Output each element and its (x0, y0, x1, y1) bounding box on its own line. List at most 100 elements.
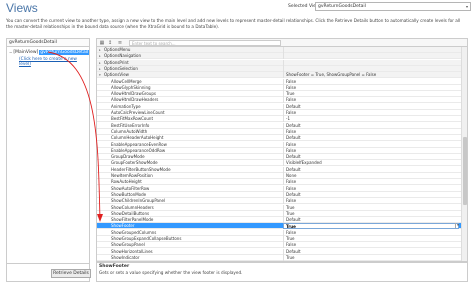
property-value[interactable] (283, 47, 459, 53)
property-value[interactable]: Default (283, 166, 459, 173)
property-name: ShowColumnHeaders (111, 204, 154, 210)
retrieve-details-button[interactable]: Retrieve Details (51, 269, 91, 278)
property-row[interactable]: ShowAutoFilterRow False (97, 185, 461, 192)
property-name: HeaderFilterButtonShowMode (111, 166, 171, 172)
property-value[interactable]: Default (283, 248, 459, 255)
property-value[interactable]: Default (283, 135, 459, 142)
create-new-level-link[interactable]: (Click here to create a new level) (19, 57, 89, 67)
property-value[interactable]: Default (283, 122, 459, 129)
property-row[interactable]: ShowGroupPanel False (97, 242, 461, 249)
property-value[interactable]: False (283, 128, 459, 135)
property-value[interactable]: Default (283, 217, 459, 224)
property-value[interactable]: True (283, 91, 459, 98)
property-name: AllowHtmlDrawGroups (111, 91, 156, 97)
property-group-row[interactable]: ▸ OptionsSelection (97, 65, 461, 72)
property-value[interactable]: False (283, 97, 459, 104)
property-row[interactable]: BestFitMaxRowCount -1 (97, 116, 461, 123)
property-value[interactable] (283, 65, 459, 72)
property-row[interactable]: AllowHtmlDrawGroups True (97, 91, 461, 98)
property-value[interactable]: Default (283, 191, 459, 198)
property-value[interactable]: -1 (283, 116, 459, 123)
property-row[interactable]: EnableAppearanceEvenRow False (97, 141, 461, 148)
property-row[interactable]: RowAutoHeight False (97, 179, 461, 186)
property-value[interactable]: True (283, 254, 459, 261)
property-name: ColumnHeaderAutoHeight (111, 135, 164, 141)
expand-icon[interactable]: ▸ (99, 47, 103, 53)
property-grid: ▸ OptionsMenu ▸ OptionsNavigation ▸ OptionsPr… (96, 46, 468, 262)
property-row[interactable]: ShowButtonMode Default (97, 191, 461, 198)
property-value[interactable] (283, 59, 459, 66)
property-row[interactable]: ShowFooter True ▾ (97, 223, 461, 230)
property-row[interactable]: ShowDetailButtons True (97, 210, 461, 217)
property-name: GroupDrawMode (111, 154, 145, 160)
scrollbar-thumb[interactable] (463, 137, 467, 205)
property-group-row[interactable]: ▾ OptionsView ShowFooter = True, ShowGroup… (97, 72, 461, 79)
property-row[interactable]: ColumnHeaderAutoHeight Default (97, 135, 461, 142)
property-value[interactable]: None (283, 173, 459, 179)
property-value[interactable]: VisibleIfExpanded (283, 160, 459, 167)
property-value[interactable]: ShowFooter = True, ShowGroupPanel = Fals… (283, 72, 459, 79)
property-group-row[interactable]: ▸ OptionsNavigation (97, 53, 461, 60)
property-name: ShowFilterPanelMode (111, 217, 154, 223)
property-row[interactable]: ShowColumnHeaders True (97, 204, 461, 211)
property-name: ShowDetailButtons (111, 210, 150, 216)
expand-icon[interactable]: ▸ (99, 66, 103, 72)
tree-node-label: [MainView] (13, 50, 39, 55)
property-row[interactable]: ShowHorizontalLines Default (97, 248, 461, 255)
property-value[interactable]: False (283, 147, 459, 154)
property-value[interactable]: False (283, 141, 459, 148)
property-value[interactable]: Default (283, 103, 459, 110)
property-value[interactable]: False (283, 84, 459, 91)
property-row[interactable]: AllowCellMerge False (97, 78, 461, 85)
page-title: Views (6, 1, 38, 15)
property-value[interactable] (283, 53, 459, 60)
property-row[interactable]: AutoCalcPreviewLineCount False (97, 110, 461, 116)
property-value[interactable]: False (283, 185, 459, 192)
property-value[interactable]: False (283, 229, 459, 236)
property-name: AllowCellMerge (111, 78, 142, 84)
property-row[interactable]: ColumnAutoWidth False (97, 128, 461, 135)
property-row[interactable]: AllowHtmlDrawHeaders False (97, 97, 461, 104)
property-row[interactable]: ShowGroupedColumns False (97, 229, 461, 236)
tree-node-selected-view[interactable]: gvReturnGoodsDetail (39, 50, 90, 55)
tree-node-main-view[interactable]: − [MainView] gvReturnGoodsDetail (9, 49, 90, 56)
property-row[interactable]: BestFitUseErrorInfo Default (97, 122, 461, 129)
property-value[interactable]: True (283, 223, 459, 230)
property-value[interactable]: False (283, 110, 459, 116)
property-value[interactable]: False (283, 198, 459, 205)
selected-view-dropdown[interactable]: gvReturnGoodsDetail ▾ (315, 2, 471, 11)
property-name: ShowFooter (111, 223, 135, 229)
expanded-icon[interactable]: ▾ (99, 72, 103, 78)
property-name: ShowIndicator (111, 254, 140, 260)
property-row[interactable]: HeaderFilterButtonShowMode Default (97, 166, 461, 173)
property-row[interactable]: AllowGlyphSkinning False (97, 84, 461, 91)
property-value[interactable]: True (283, 236, 459, 242)
property-value[interactable]: False (283, 242, 459, 249)
property-name: EnableAppearanceEvenRow (111, 141, 167, 147)
property-value[interactable]: True (283, 204, 459, 211)
property-name: OptionsMenu (104, 47, 131, 52)
property-value[interactable]: True (283, 210, 459, 217)
property-name: ColumnAutoWidth (111, 128, 148, 134)
property-group-row[interactable]: ▸ OptionsPrint (97, 59, 461, 66)
property-name: AutoCalcPreviewLineCount (111, 110, 165, 115)
property-value[interactable]: False (283, 179, 459, 186)
property-row[interactable]: NewItemRowPosition None (97, 173, 461, 179)
property-value[interactable]: False (283, 78, 459, 85)
collapse-icon[interactable]: − (9, 50, 12, 55)
expand-icon[interactable]: ▸ (99, 60, 103, 66)
property-row[interactable]: ShowFilterPanelMode Default (97, 217, 461, 224)
property-row[interactable]: AnimationType Default (97, 103, 461, 110)
property-row[interactable]: ShowChildrenInGroupPanel False (97, 198, 461, 205)
property-row[interactable]: GroupFooterShowMode VisibleIfExpanded (97, 160, 461, 167)
expand-icon[interactable]: ▸ (99, 53, 103, 59)
property-group-row[interactable]: ▸ OptionsMenu (97, 47, 461, 53)
property-row[interactable]: EnableAppearanceOddRow False (97, 147, 461, 154)
property-name: ShowChildrenInGroupPanel (111, 198, 166, 204)
property-row[interactable]: GroupDrawMode Default (97, 154, 461, 161)
property-row[interactable]: ShowGroupExpandCollapseButtons True (97, 236, 461, 242)
vertical-scrollbar[interactable] (461, 47, 467, 261)
value-dropdown-icon[interactable]: ▾ (455, 223, 460, 229)
property-row[interactable]: ShowIndicator True (97, 254, 461, 261)
property-value[interactable]: Default (283, 154, 459, 161)
